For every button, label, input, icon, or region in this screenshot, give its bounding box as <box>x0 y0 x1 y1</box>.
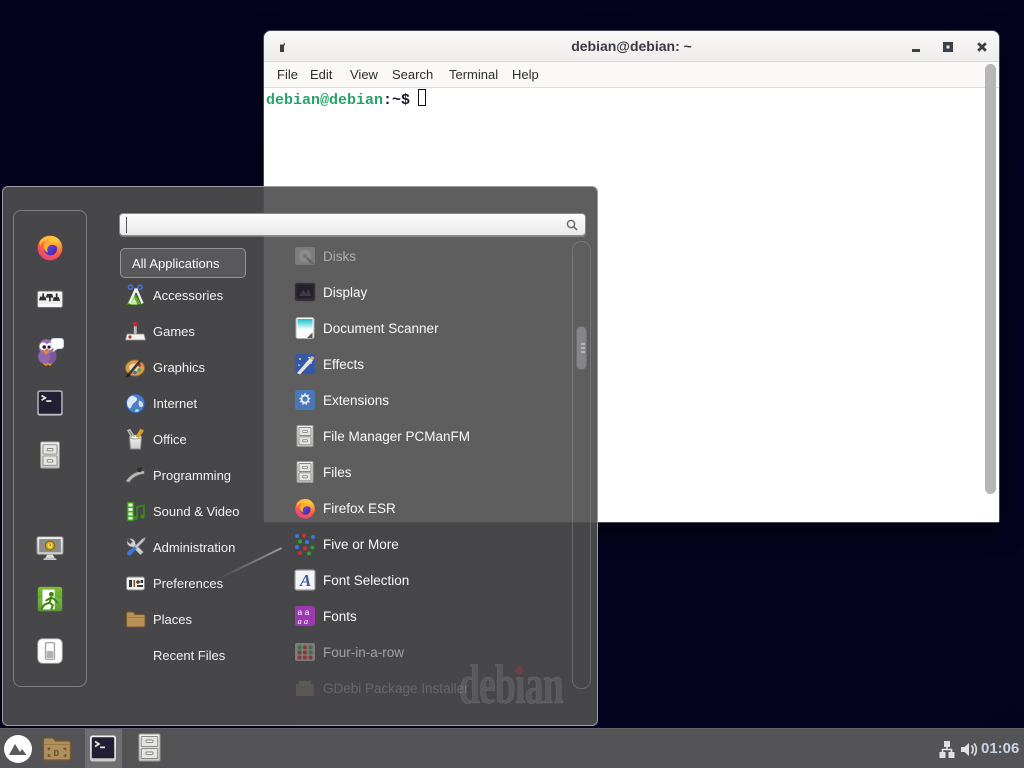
svg-text:a a: a a <box>298 616 309 626</box>
svg-text:D: D <box>54 748 60 759</box>
svg-text:A: A <box>299 571 311 590</box>
